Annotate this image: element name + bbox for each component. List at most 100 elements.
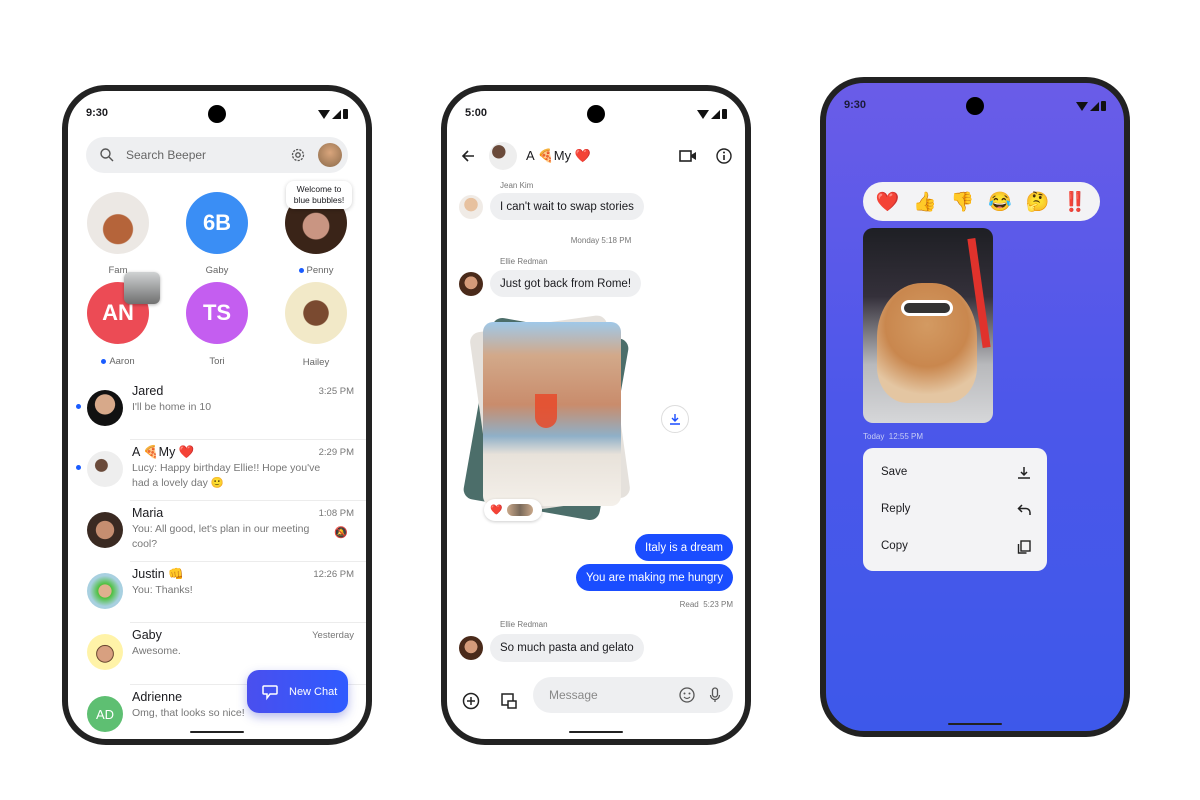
avatar — [87, 512, 123, 548]
sender-name: Jean Kim — [500, 181, 534, 190]
menu-item-save[interactable]: Save — [881, 466, 1031, 480]
camera-cutout — [966, 97, 984, 115]
divider — [130, 439, 366, 440]
menu-label: Reply — [881, 503, 911, 515]
search-input[interactable]: Search Beeper — [126, 148, 290, 162]
chat-preview: Lucy: Happy birthday Ellie!! Hope you've… — [132, 462, 321, 489]
reaction-heart[interactable]: ❤️ — [876, 190, 900, 214]
signal-icon — [711, 110, 720, 119]
chat-row-maria[interactable]: Maria 1:08 PM You: All good, let's plan in… — [68, 500, 366, 562]
status-icons — [318, 109, 348, 119]
story-initials: TS — [202, 300, 232, 325]
reaction-bar: ❤️ 👍 👎 😂 🤔 ‼️ — [863, 182, 1100, 221]
download-icon — [670, 414, 680, 425]
story-hailey[interactable] — [285, 282, 347, 344]
avatar — [87, 390, 123, 426]
menu-item-copy[interactable]: Copy — [881, 540, 1031, 554]
chat-row-jared[interactable]: Jared 3:25 PM I'll be home in 10 — [68, 378, 366, 440]
unread-dot — [76, 465, 81, 470]
reaction-thinking[interactable]: 🤔 — [1026, 190, 1050, 214]
message-placeholder: Message — [549, 688, 598, 702]
profile-avatar[interactable] — [318, 143, 342, 167]
avatar: AD — [87, 696, 123, 732]
wifi-icon — [318, 110, 330, 119]
chat-preview: I'll be home in 10 — [132, 401, 212, 413]
signal-icon — [332, 110, 341, 119]
reaction-thumbs-up[interactable]: 👍 — [913, 190, 937, 214]
status-time: 9:30 — [844, 99, 867, 111]
chat-name: Maria — [132, 506, 164, 520]
message-bubble-sent[interactable]: You are making me hungry — [575, 564, 733, 591]
signal-icon — [1090, 102, 1099, 111]
group-avatar[interactable] — [489, 142, 517, 170]
story-fam[interactable] — [87, 192, 149, 254]
chat-time: 12:26 PM — [313, 569, 354, 580]
message-bubble[interactable]: So much pasta and gelato — [490, 634, 644, 662]
avatar — [459, 636, 483, 660]
photo-dog[interactable] — [863, 228, 993, 423]
chat-preview: You: All good, let's plan in our meeting… — [132, 523, 310, 550]
video-call-icon[interactable] — [679, 149, 697, 163]
wifi-icon — [697, 110, 709, 119]
status-time: 9:30 — [86, 107, 109, 119]
context-menu: Save Reply Copy — [863, 448, 1047, 571]
story-label: Tori — [209, 356, 225, 367]
download-button[interactable] — [661, 405, 689, 433]
chat-preview: You: Thanks! — [132, 584, 193, 596]
gear-icon[interactable] — [290, 147, 306, 163]
gallery-icon[interactable] — [500, 692, 518, 710]
status-time: 5:00 — [465, 107, 488, 119]
phone-chat-list: 9:30 Search Beeper 6B Welcome to blue bu… — [62, 85, 372, 745]
chat-time: Yesterday — [312, 630, 354, 641]
battery-icon — [1101, 101, 1106, 111]
story-gaby[interactable]: 6B — [186, 192, 248, 254]
reaction-pill[interactable]: ❤️ — [484, 499, 542, 521]
reaction-exclamation[interactable]: ‼️ — [1063, 190, 1087, 214]
chat-name: Gaby — [132, 628, 162, 642]
chat-name: Adrienne — [132, 690, 183, 704]
download-icon — [1018, 467, 1030, 479]
date-divider: Monday 5:18 PM — [570, 236, 632, 245]
menu-item-reply[interactable]: Reply — [881, 503, 1031, 517]
group-avatar — [87, 451, 123, 487]
message-bubble[interactable]: I can't wait to swap stories — [490, 193, 644, 220]
home-indicator[interactable] — [948, 723, 1002, 725]
home-indicator[interactable] — [190, 731, 244, 733]
avatar — [87, 634, 123, 670]
chat-row-group[interactable]: A 🍕My ❤️ 2:29 PM Lucy: Happy birthday Elli… — [68, 439, 366, 501]
message-input[interactable]: Message — [533, 677, 733, 713]
chat-time: 1:08 PM — [318, 508, 354, 519]
info-icon[interactable] — [716, 148, 732, 164]
reaction-thumbs-down[interactable]: 👎 — [951, 190, 975, 214]
back-arrow-icon[interactable] — [460, 148, 476, 164]
story-name: Aaron — [109, 356, 135, 367]
avatar — [459, 195, 483, 219]
story-label: Gaby — [205, 265, 229, 276]
home-indicator[interactable] — [569, 731, 623, 733]
story-tori[interactable]: TS — [186, 282, 248, 344]
divider — [130, 561, 366, 562]
tooltip: Welcome to blue bubbles! — [286, 181, 352, 209]
chat-name: Justin 👊 — [132, 567, 184, 581]
microphone-icon[interactable] — [709, 687, 721, 703]
story-label: Penny — [276, 265, 356, 276]
conversation-title[interactable]: A 🍕My ❤️ — [526, 148, 591, 164]
avatar — [459, 272, 483, 296]
chat-preview: Awesome. — [132, 645, 181, 657]
heart-reaction: ❤️ — [490, 504, 503, 516]
chat-row-justin[interactable]: Justin 👊 12:26 PM You: Thanks! — [68, 561, 366, 623]
search-bar[interactable]: Search Beeper — [86, 137, 348, 173]
camera-cutout — [587, 105, 605, 123]
add-attachment-icon[interactable] — [462, 692, 480, 710]
photo-aperitivo[interactable] — [483, 322, 621, 506]
message-bubble[interactable]: Just got back from Rome! — [490, 270, 642, 297]
sender-name: Ellie Redman — [500, 620, 548, 629]
emoji-icon[interactable] — [679, 687, 695, 703]
sunglasses — [901, 300, 953, 316]
photo-timestamp: Today 12:55 PM — [863, 432, 924, 441]
new-chat-button[interactable]: New Chat — [247, 670, 348, 713]
reaction-laugh[interactable]: 😂 — [988, 190, 1012, 214]
sender-name: Ellie Redman — [500, 257, 548, 266]
message-bubble-sent[interactable]: Italy is a dream — [635, 534, 733, 561]
status-icons — [1076, 101, 1106, 111]
